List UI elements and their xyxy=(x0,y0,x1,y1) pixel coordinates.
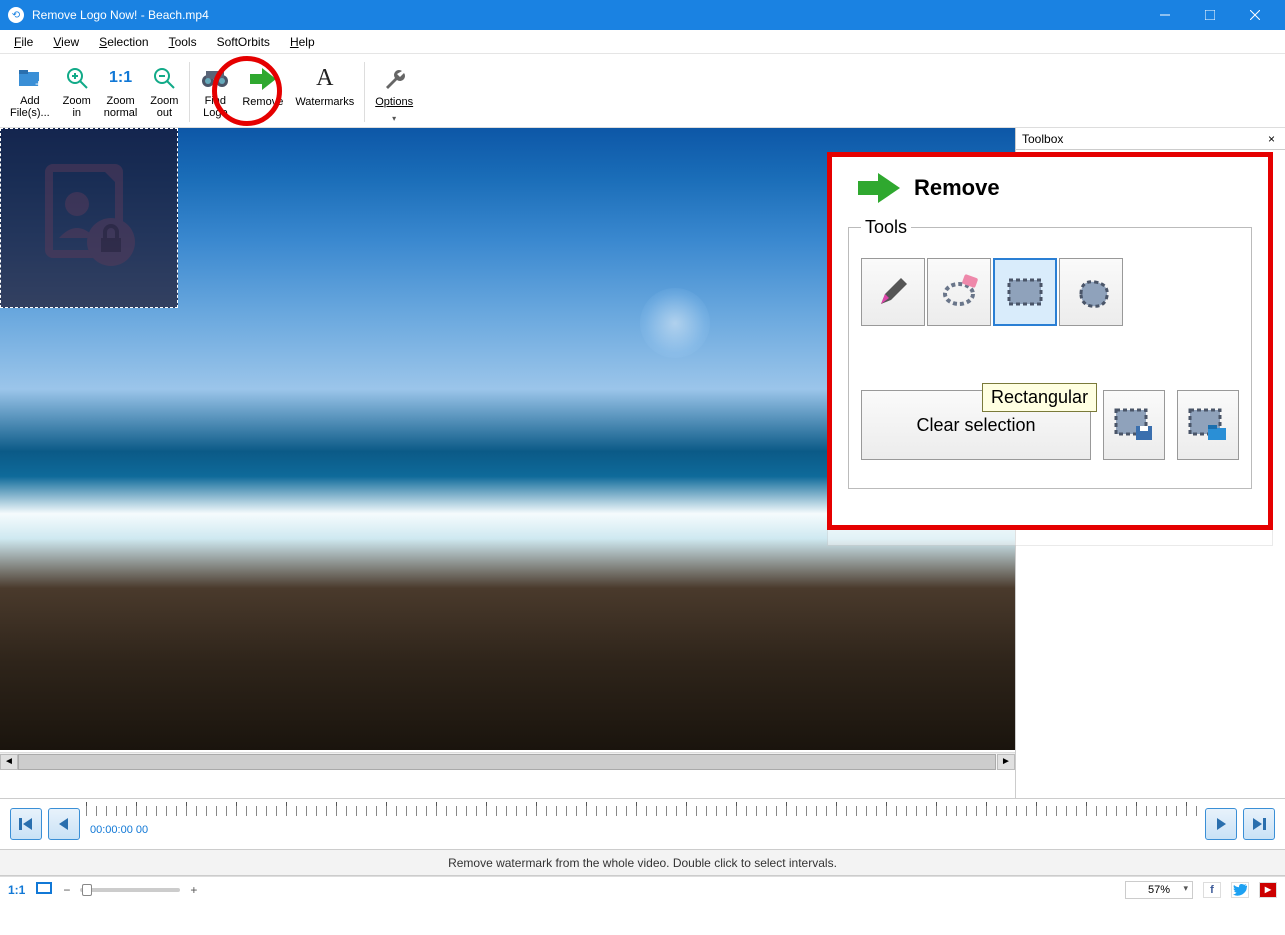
menu-tools[interactable]: Tools xyxy=(159,32,207,52)
tools-legend: Tools xyxy=(861,217,911,238)
info-bar: Remove watermark from the whole video. D… xyxy=(0,850,1285,876)
tool-tooltip: Rectangular xyxy=(982,383,1097,412)
status-bar: 1:1 − + 57% f ▶ xyxy=(0,876,1285,902)
scroll-track[interactable] xyxy=(18,754,997,770)
toolbox-callout: Remove Tools Rectangular Clear selection xyxy=(827,152,1273,530)
timeline-track[interactable]: 00:00:00 00 xyxy=(86,802,1199,846)
youtube-icon[interactable]: ▶ xyxy=(1259,882,1277,898)
remove-button[interactable]: Remove xyxy=(236,58,289,124)
step-forward-icon xyxy=(1213,816,1229,832)
menu-bar: File View Selection Tools SoftOrbits Hel… xyxy=(0,30,1285,54)
toolbox-close-button[interactable]: × xyxy=(1264,132,1279,146)
lens-flare xyxy=(640,288,710,358)
rectangle-select-icon xyxy=(1005,276,1045,308)
timecode-label: 00:00:00 00 xyxy=(90,824,148,836)
toolbar-separator xyxy=(364,62,365,122)
menu-help[interactable]: Help xyxy=(280,32,325,52)
add-files-button[interactable]: + Add File(s)... xyxy=(4,58,56,124)
close-button[interactable] xyxy=(1232,0,1277,30)
zoom-minus-button[interactable]: − xyxy=(63,883,70,897)
menu-selection[interactable]: Selection xyxy=(89,32,158,52)
zoom-slider-thumb[interactable] xyxy=(82,884,92,896)
save-selection-button[interactable] xyxy=(1103,390,1165,460)
zoom-out-icon xyxy=(152,62,176,95)
open-selection-button[interactable] xyxy=(1177,390,1239,460)
locked-image-icon xyxy=(29,158,149,278)
goto-start-button[interactable] xyxy=(10,808,42,840)
rectangle-tool-button[interactable] xyxy=(993,258,1057,326)
panel-edge xyxy=(827,530,1273,546)
options-button[interactable]: Options ▾ xyxy=(369,58,419,124)
freeform-tool-button[interactable] xyxy=(1059,258,1123,326)
zoom-normal-button[interactable]: 1:1 Zoom normal xyxy=(98,58,144,124)
toolbox-header: Toolbox × xyxy=(1016,128,1285,150)
goto-end-button[interactable] xyxy=(1243,808,1275,840)
zoom-in-icon xyxy=(65,62,89,95)
selection-open-icon xyxy=(1188,408,1228,442)
step-back-icon xyxy=(56,816,72,832)
selection-rectangle[interactable] xyxy=(0,128,178,308)
facebook-icon[interactable]: f xyxy=(1203,882,1221,898)
close-icon xyxy=(1250,10,1260,20)
scroll-right-button[interactable]: ► xyxy=(997,754,1015,770)
lasso-tool-button[interactable] xyxy=(927,258,991,326)
zoom-in-button[interactable]: Zoom in xyxy=(56,58,98,124)
info-text: Remove watermark from the whole video. D… xyxy=(448,856,837,870)
toolbar: + Add File(s)... Zoom in 1:1 Zoom normal… xyxy=(0,54,1285,128)
zoom-plus-button[interactable]: + xyxy=(190,883,197,897)
add-files-icon: + xyxy=(17,62,43,95)
zoom-percent-dropdown[interactable]: 57% xyxy=(1125,881,1193,899)
maximize-button[interactable] xyxy=(1187,0,1232,30)
app-icon: ⟲ xyxy=(8,7,24,23)
window-title: Remove Logo Now! - Beach.mp4 xyxy=(32,8,1142,22)
fit-screen-icon[interactable] xyxy=(35,881,53,898)
menu-file[interactable]: File xyxy=(4,32,43,52)
arrow-right-icon xyxy=(856,171,902,205)
zoom-normal-icon: 1:1 xyxy=(109,62,132,95)
minimize-button[interactable] xyxy=(1142,0,1187,30)
horizontal-scrollbar[interactable]: ◄ ► xyxy=(0,752,1015,770)
maximize-icon xyxy=(1205,10,1215,20)
callout-title: Remove xyxy=(914,175,1000,201)
toolbox-title: Toolbox xyxy=(1022,132,1063,146)
arrow-right-icon xyxy=(248,62,278,96)
skip-start-icon xyxy=(18,816,34,832)
minimize-icon xyxy=(1160,10,1170,20)
find-logo-button[interactable]: Find Logo xyxy=(194,58,236,124)
scroll-thumb[interactable] xyxy=(18,754,996,770)
svg-text:+: + xyxy=(35,77,42,90)
blob-icon xyxy=(1071,274,1111,310)
zoom-slider[interactable] xyxy=(80,888,180,892)
tools-fieldset: Tools Rectangular Clear selection xyxy=(848,217,1252,489)
scroll-left-button[interactable]: ◄ xyxy=(0,754,18,770)
next-frame-button[interactable] xyxy=(1205,808,1237,840)
menu-softorbits[interactable]: SoftOrbits xyxy=(207,32,280,52)
binoculars-icon xyxy=(201,62,229,95)
watermarks-button[interactable]: A Watermarks xyxy=(289,58,360,124)
skip-end-icon xyxy=(1251,816,1267,832)
prev-frame-button[interactable] xyxy=(48,808,80,840)
ratio-label[interactable]: 1:1 xyxy=(8,883,25,897)
pencil-icon xyxy=(875,274,911,310)
menu-view[interactable]: View xyxy=(43,32,89,52)
toolbar-separator xyxy=(189,62,190,122)
wrench-icon xyxy=(382,62,406,96)
selection-save-icon xyxy=(1114,408,1154,442)
timeline-bar: 00:00:00 00 xyxy=(0,798,1285,850)
zoom-out-button[interactable]: Zoom out xyxy=(143,58,185,124)
title-bar: ⟲ Remove Logo Now! - Beach.mp4 xyxy=(0,0,1285,30)
lasso-eraser-icon xyxy=(939,274,979,310)
twitter-icon[interactable] xyxy=(1231,882,1249,898)
pencil-tool-button[interactable] xyxy=(861,258,925,326)
text-a-icon: A xyxy=(316,62,333,96)
